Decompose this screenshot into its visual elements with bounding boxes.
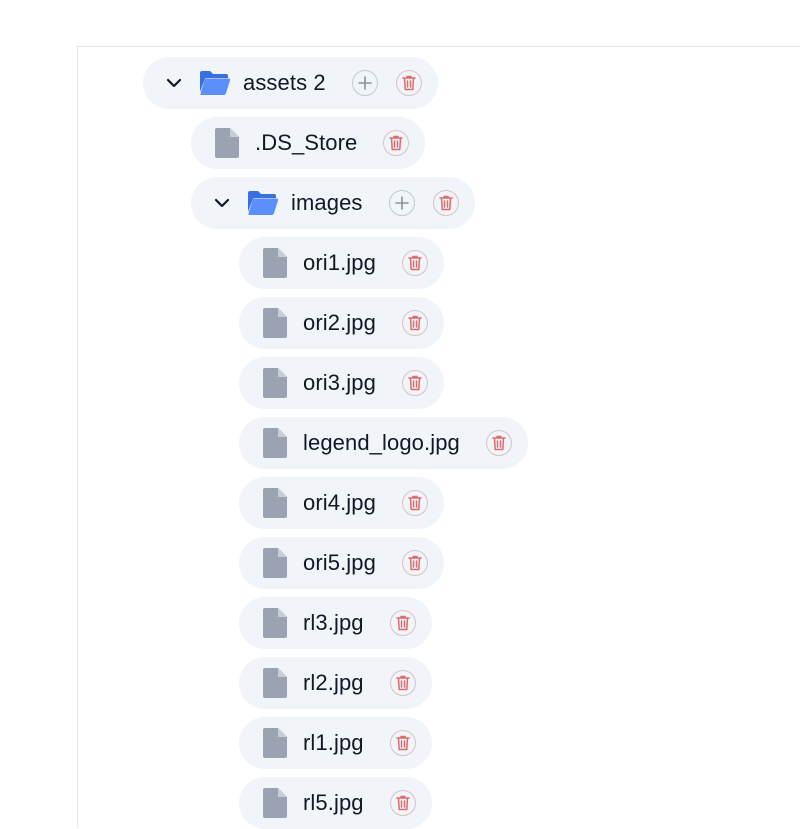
file-icon bbox=[259, 727, 291, 759]
file-row[interactable]: ori2.jpg bbox=[239, 297, 444, 349]
trash-icon bbox=[408, 315, 422, 331]
delete-button[interactable] bbox=[389, 670, 416, 696]
file-row[interactable]: rl3.jpg bbox=[239, 597, 432, 649]
folder-label: assets 2 bbox=[243, 70, 326, 95]
plus-icon bbox=[357, 76, 372, 90]
add-item-button[interactable] bbox=[388, 190, 415, 216]
delete-button[interactable] bbox=[401, 550, 428, 576]
folder-row-images[interactable]: images bbox=[191, 177, 475, 229]
file-label: ori4.jpg bbox=[303, 490, 376, 515]
delete-button[interactable] bbox=[389, 730, 416, 756]
trash-icon bbox=[408, 255, 422, 271]
folder-row-assets-2[interactable]: assets 2 bbox=[143, 57, 438, 109]
file-row[interactable]: .DS_Store bbox=[191, 117, 426, 169]
file-icon bbox=[259, 787, 291, 819]
file-icon bbox=[259, 427, 291, 459]
delete-button[interactable] bbox=[485, 430, 512, 456]
trash-icon bbox=[492, 435, 506, 451]
trash-icon bbox=[438, 195, 453, 211]
file-icon bbox=[259, 247, 291, 279]
trash-icon bbox=[408, 495, 422, 511]
file-label: legend_logo.jpg bbox=[303, 430, 460, 455]
file-row[interactable]: ori3.jpg bbox=[239, 357, 444, 409]
folder-label: images bbox=[291, 190, 363, 215]
file-icon bbox=[259, 367, 291, 399]
delete-button[interactable] bbox=[401, 250, 428, 276]
delete-button[interactable] bbox=[401, 490, 428, 516]
file-icon bbox=[259, 307, 291, 339]
file-row[interactable]: rl1.jpg bbox=[239, 717, 432, 769]
delete-button[interactable] bbox=[389, 790, 416, 816]
file-icon bbox=[211, 127, 243, 159]
trash-icon bbox=[395, 795, 410, 811]
file-label: rl3.jpg bbox=[303, 610, 364, 635]
trash-icon bbox=[395, 615, 410, 631]
delete-button[interactable] bbox=[401, 310, 428, 336]
folder-open-icon bbox=[199, 67, 231, 99]
file-row[interactable]: legend_logo.jpg bbox=[239, 417, 528, 469]
delete-button[interactable] bbox=[432, 190, 459, 216]
file-label: .DS_Store bbox=[255, 130, 358, 155]
file-icon bbox=[259, 667, 291, 699]
trash-icon bbox=[395, 675, 410, 691]
file-label: rl1.jpg bbox=[303, 730, 364, 755]
trash-icon bbox=[395, 735, 410, 751]
chevron-down-icon[interactable] bbox=[163, 72, 185, 94]
file-icon bbox=[259, 487, 291, 519]
file-icon bbox=[259, 607, 291, 639]
file-label: ori3.jpg bbox=[303, 370, 376, 395]
file-row[interactable]: ori4.jpg bbox=[239, 477, 444, 529]
file-row[interactable]: ori5.jpg bbox=[239, 537, 444, 589]
file-label: ori2.jpg bbox=[303, 310, 376, 335]
delete-button[interactable] bbox=[395, 70, 422, 96]
delete-button[interactable] bbox=[401, 370, 428, 396]
file-row[interactable]: rl5.jpg bbox=[239, 777, 432, 829]
folder-open-icon bbox=[247, 187, 279, 219]
file-label: rl2.jpg bbox=[303, 670, 364, 695]
file-tree-panel: assets 2 .DS_Store images ori1.jpg ori2.… bbox=[77, 46, 800, 829]
chevron-down-icon[interactable] bbox=[211, 192, 233, 214]
file-label: ori5.jpg bbox=[303, 550, 376, 575]
file-icon bbox=[259, 547, 291, 579]
trash-icon bbox=[389, 135, 404, 151]
trash-icon bbox=[408, 555, 422, 571]
file-label: rl5.jpg bbox=[303, 790, 364, 815]
plus-icon bbox=[394, 196, 409, 210]
add-item-button[interactable] bbox=[351, 70, 378, 96]
delete-button[interactable] bbox=[383, 130, 410, 156]
trash-icon bbox=[408, 375, 422, 391]
file-label: ori1.jpg bbox=[303, 250, 376, 275]
file-row[interactable]: rl2.jpg bbox=[239, 657, 432, 709]
file-row[interactable]: ori1.jpg bbox=[239, 237, 444, 289]
delete-button[interactable] bbox=[389, 610, 416, 636]
trash-icon bbox=[401, 75, 416, 91]
